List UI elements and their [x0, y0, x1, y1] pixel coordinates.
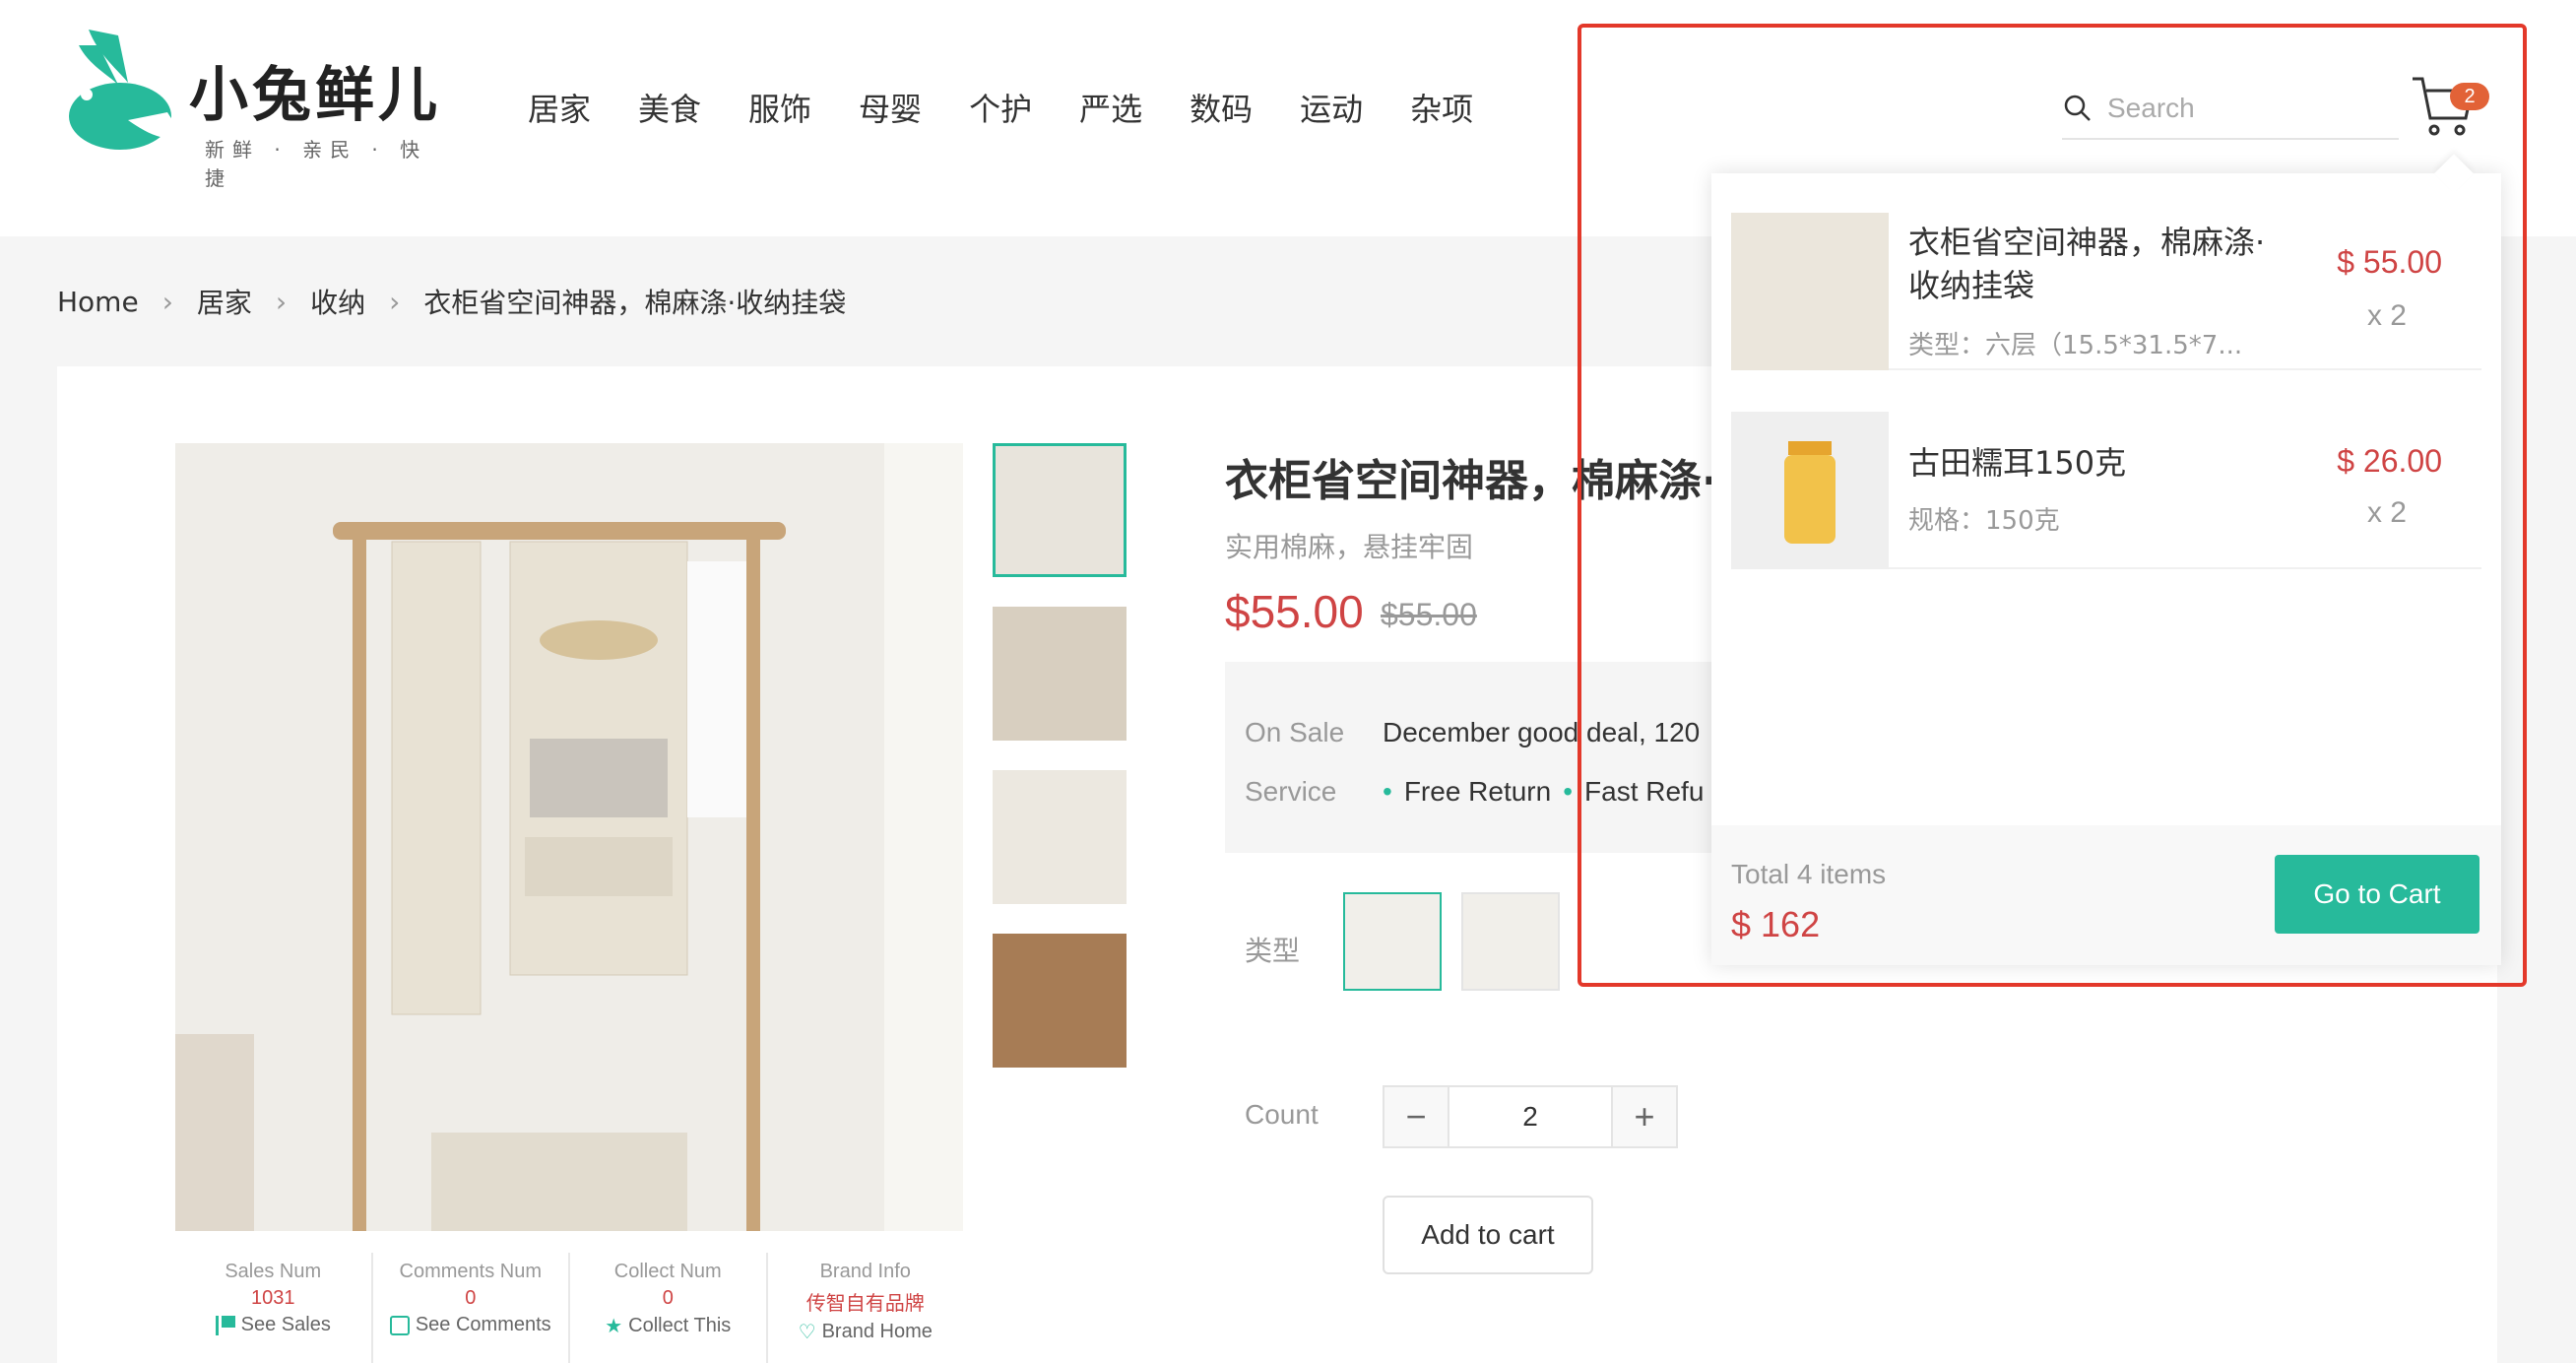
stat-sales: Sales Num 1031 See Sales [175, 1253, 371, 1363]
cart-item-qty: x 2 [2366, 299, 2407, 332]
service-label: Service [1245, 776, 1337, 807]
brand-name: 小兔鲜儿 [189, 61, 441, 130]
cart-item[interactable]: 衣柜省空间神器，棉麻涤·收纳挂袋 类型：六层（15.5*31.5*7... $ … [1731, 173, 2481, 370]
cart-dropdown: 衣柜省空间神器，棉麻涤·收纳挂袋 类型：六层（15.5*31.5*7... $ … [1711, 154, 2501, 965]
nav-item-misc[interactable]: 杂项 [1410, 85, 1473, 130]
cart-item-name: 衣柜省空间神器，棉麻涤·收纳挂袋 [1908, 224, 2266, 304]
nav-item-home[interactable]: 居家 [528, 85, 591, 130]
brand-home-link[interactable]: ♡ Brand Home [768, 1320, 964, 1344]
add-to-cart-button[interactable]: Add to cart [1383, 1196, 1593, 1274]
stat-label: Collect Num [613, 1261, 722, 1282]
cart-item-price: $ 26.00 [2337, 443, 2442, 479]
thumbnail-3[interactable] [993, 770, 1127, 904]
stat-brand: Brand Info 传智自有品牌 ♡ Brand Home [765, 1253, 964, 1363]
product-price: $55.00 [1225, 586, 1364, 637]
link-label: Collect This [628, 1315, 732, 1336]
breadcrumb-home[interactable]: Home [57, 286, 139, 318]
sku-option-2[interactable] [1461, 892, 1560, 991]
nav-item-care[interactable]: 个护 [969, 85, 1032, 130]
breadcrumb: Home › 居家 › 收纳 › 衣柜省空间神器，棉麻涤·收纳挂袋 [57, 282, 846, 321]
comment-icon [389, 1315, 410, 1335]
service-list: Free Return Fast Refu [1383, 776, 1705, 808]
stat-label: Sales Num [225, 1261, 322, 1282]
stat-label: Brand Info [819, 1261, 911, 1282]
cart-total-amount: $ 162 [1731, 904, 1821, 944]
product-stats: Sales Num 1031 See Sales Comments Num 0 … [175, 1253, 963, 1363]
nav-item-food[interactable]: 美食 [638, 85, 701, 130]
star-icon: ★ [605, 1316, 623, 1337]
cart-item-qty: x 2 [2366, 496, 2407, 529]
cart-item-image [1731, 213, 1889, 370]
cart-count-badge: 2 [2450, 83, 2489, 110]
link-label: Brand Home [821, 1321, 933, 1342]
chevron-right-icon: › [389, 285, 401, 318]
see-comments-link[interactable]: See Comments [373, 1314, 569, 1336]
stat-collect: Collect Num 0 ★ Collect This [568, 1253, 766, 1363]
quantity-value[interactable]: 2 [1448, 1087, 1613, 1146]
stat-value: 0 [465, 1287, 477, 1309]
stat-value: 0 [662, 1287, 674, 1309]
thumbnail-1[interactable] [993, 443, 1127, 577]
cart-item-price: $ 55.00 [2337, 244, 2442, 280]
nav-item-select[interactable]: 严选 [1079, 85, 1142, 130]
stat-label: Comments Num [399, 1261, 542, 1282]
cart-item-name: 古田糯耳150克 [1908, 444, 2127, 482]
cart-total-label: Total 4 items [1731, 859, 1887, 889]
chevron-right-icon: › [275, 285, 288, 318]
link-label: See Comments [415, 1314, 551, 1335]
product-main-image[interactable] [175, 443, 963, 1231]
stat-value: 传智自有品牌 [805, 1293, 925, 1315]
nav-item-clothing[interactable]: 服饰 [748, 85, 811, 130]
jar-icon [1784, 441, 1835, 544]
heart-icon: ♡ [798, 1322, 816, 1343]
cart-dropdown-footer: Total 4 items $ 162 Go to Cart [1711, 825, 2501, 965]
service-item: Free Return [1383, 776, 1551, 808]
search-input[interactable] [2107, 89, 2393, 128]
nav-item-baby[interactable]: 母婴 [859, 85, 922, 130]
thumbnail-list [993, 443, 1127, 1097]
increment-button[interactable]: + [1613, 1087, 1676, 1146]
service-item: Fast Refu [1563, 776, 1704, 808]
wardrobe-organizer-image [175, 443, 963, 1231]
main-nav: 居家 美食 服饰 母婴 个护 严选 数码 运动 杂项 [528, 85, 1520, 130]
type-label: 类型 [1245, 935, 1301, 967]
breadcrumb-category[interactable]: 居家 [197, 282, 252, 321]
link-label: See Sales [240, 1314, 331, 1335]
cart-item-attr: 规格：150克 [1908, 506, 2060, 536]
collect-link[interactable]: ★ Collect This [570, 1314, 766, 1338]
see-sales-link[interactable]: See Sales [175, 1314, 371, 1336]
thumbnail-2[interactable] [993, 607, 1127, 741]
product-old-price: $55.00 [1381, 597, 1477, 632]
stat-value: 1031 [251, 1287, 295, 1309]
cart-item-attr: 类型：六层（15.5*31.5*7... [1908, 331, 2243, 360]
search-box [2062, 85, 2399, 140]
search-icon[interactable] [2062, 93, 2093, 124]
quantity-stepper: − 2 + [1383, 1085, 1678, 1148]
product-desc: 实用棉麻，悬挂牢固 [1225, 531, 1474, 563]
count-label: Count [1245, 1099, 1319, 1130]
chevron-right-icon: › [161, 285, 173, 318]
sku-option-1[interactable] [1343, 892, 1442, 991]
breadcrumb-subcategory[interactable]: 收纳 [310, 282, 365, 321]
cart-item[interactable]: 古田糯耳150克 规格：150克 $ 26.00 x 2 [1731, 372, 2481, 569]
stat-comments: Comments Num 0 See Comments [370, 1253, 569, 1363]
thumbnail-4[interactable] [993, 934, 1127, 1068]
nav-item-digital[interactable]: 数码 [1190, 85, 1253, 130]
rabbit-logo-icon [69, 30, 181, 150]
sale-label: On Sale [1245, 717, 1345, 747]
brand-tagline: 新鲜 · 亲民 · 快捷 [205, 138, 428, 190]
cart-item-image [1731, 412, 1889, 569]
go-to-cart-button[interactable]: Go to Cart [2275, 855, 2479, 934]
flag-icon [215, 1315, 235, 1335]
breadcrumb-current: 衣柜省空间神器，棉麻涤·收纳挂袋 [423, 287, 847, 319]
sale-text: December good deal, 120 [1383, 717, 1701, 747]
brand-logo[interactable]: 小兔鲜儿 新鲜 · 亲民 · 快捷 [59, 26, 453, 190]
decrement-button[interactable]: − [1385, 1087, 1448, 1146]
nav-item-sports[interactable]: 运动 [1300, 85, 1363, 130]
